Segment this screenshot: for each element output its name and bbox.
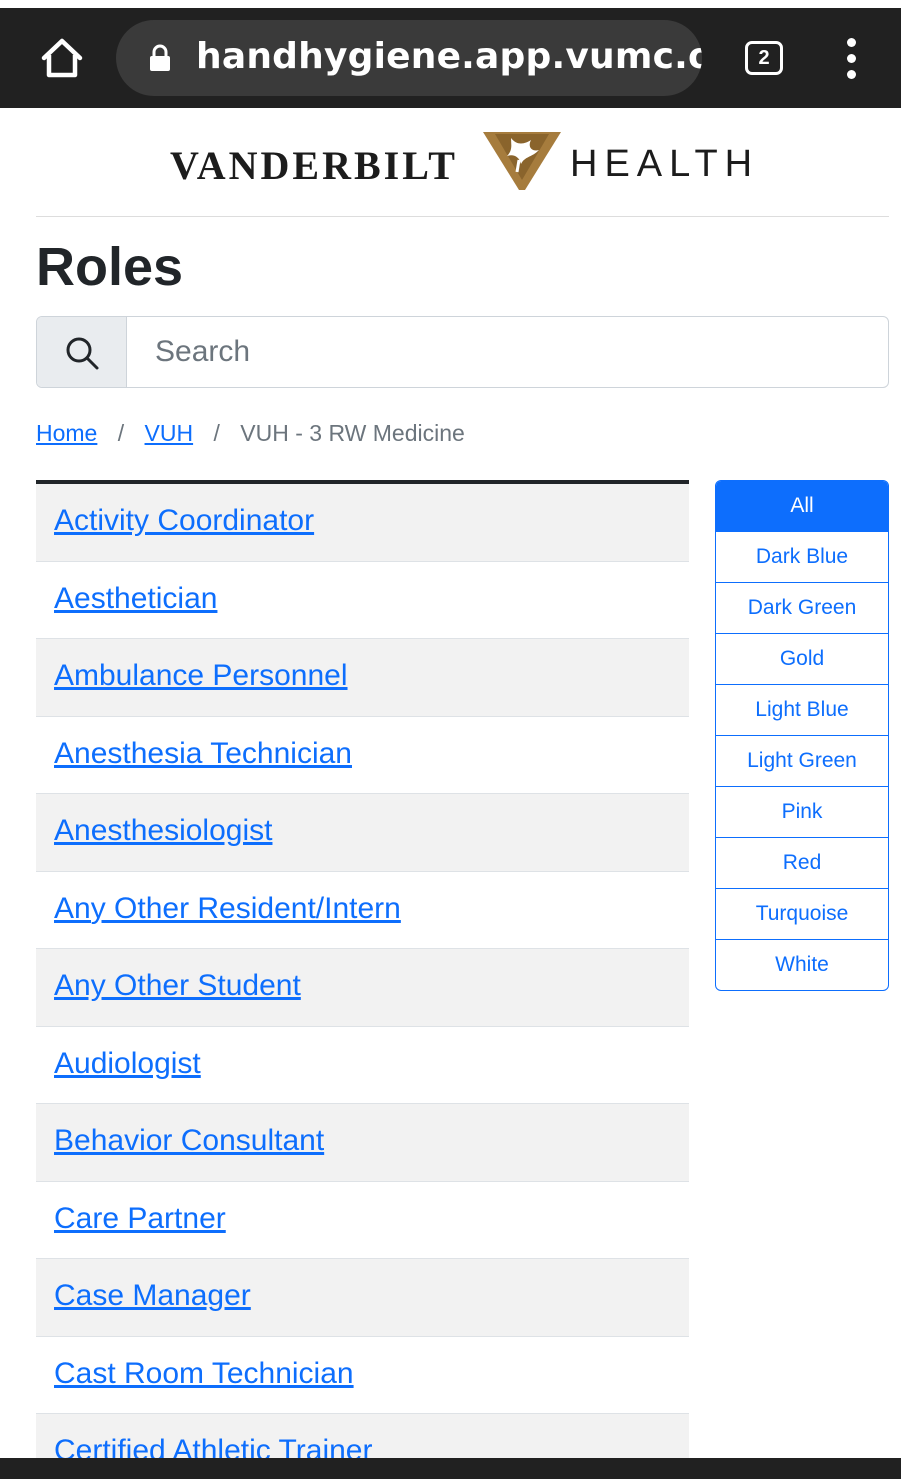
- breadcrumb-vuh-link[interactable]: VUH: [145, 420, 194, 446]
- color-filter-turquoise-button[interactable]: Turquoise: [716, 889, 888, 940]
- lock-icon: [148, 44, 172, 72]
- role-link[interactable]: Anesthesiologist: [54, 814, 272, 848]
- header-divider: [36, 216, 889, 217]
- list-item: Behavior Consultant: [36, 1104, 689, 1182]
- color-filter-white-button[interactable]: White: [716, 940, 888, 990]
- list-item: Aesthetician: [36, 562, 689, 639]
- role-link[interactable]: Aesthetician: [54, 582, 217, 616]
- list-item: Cast Room Technician: [36, 1337, 689, 1414]
- role-link[interactable]: Care Partner: [54, 1202, 226, 1236]
- search-input[interactable]: [127, 317, 888, 387]
- role-link[interactable]: Audiologist: [54, 1047, 201, 1081]
- logo-health-text: HEALTH: [570, 143, 760, 185]
- list-item: Anesthesia Technician: [36, 717, 689, 794]
- role-link[interactable]: Any Other Resident/Intern: [54, 892, 401, 926]
- list-item: Any Other Student: [36, 949, 689, 1027]
- search-icon[interactable]: [37, 317, 127, 387]
- role-link[interactable]: Anesthesia Technician: [54, 737, 352, 771]
- home-icon[interactable]: [38, 34, 86, 82]
- page-title: Roles: [36, 237, 184, 297]
- role-link[interactable]: Activity Coordinator: [54, 504, 314, 538]
- breadcrumb-separator: /: [213, 420, 220, 446]
- color-filter-dark-blue-button[interactable]: Dark Blue: [716, 532, 888, 583]
- system-navigation-bar: [0, 1458, 901, 1479]
- overflow-menu-icon[interactable]: [840, 36, 864, 82]
- browser-toolbar: handhygiene.app.vumc.org/# 2: [0, 0, 901, 108]
- url-text: handhygiene.app.vumc.org/#: [196, 36, 702, 77]
- role-link[interactable]: Ambulance Personnel: [54, 659, 348, 693]
- site-logo[interactable]: VANDERBILT HEALTH: [0, 130, 901, 192]
- role-link[interactable]: Certified Athletic Trainer: [54, 1434, 372, 1458]
- list-item: Activity Coordinator: [36, 484, 689, 562]
- color-filter-pink-button[interactable]: Pink: [716, 787, 888, 838]
- breadcrumb-home-link[interactable]: Home: [36, 420, 97, 446]
- list-item: Ambulance Personnel: [36, 639, 689, 717]
- address-bar[interactable]: handhygiene.app.vumc.org/#: [116, 20, 702, 96]
- color-filter-light-green-button[interactable]: Light Green: [716, 736, 888, 787]
- role-link[interactable]: Cast Room Technician: [54, 1357, 354, 1391]
- logo-v-mark-icon: [483, 132, 561, 190]
- list-item: Audiologist: [36, 1027, 689, 1104]
- tab-switcher-icon[interactable]: 2: [745, 41, 783, 75]
- breadcrumb-current: VUH - 3 RW Medicine: [240, 420, 465, 446]
- list-item: Case Manager: [36, 1259, 689, 1337]
- role-link[interactable]: Case Manager: [54, 1279, 251, 1313]
- color-filter-dark-green-button[interactable]: Dark Green: [716, 583, 888, 634]
- role-link[interactable]: Any Other Student: [54, 969, 301, 1003]
- color-filter-light-blue-button[interactable]: Light Blue: [716, 685, 888, 736]
- search-group: [36, 316, 889, 388]
- role-link[interactable]: Behavior Consultant: [54, 1124, 324, 1158]
- roles-list: Activity Coordinator Aesthetician Ambula…: [36, 480, 689, 1458]
- list-item: Any Other Resident/Intern: [36, 872, 689, 949]
- list-item: Certified Athletic Trainer: [36, 1414, 689, 1458]
- list-item: Care Partner: [36, 1182, 689, 1259]
- color-filter-all-button[interactable]: All: [716, 481, 888, 532]
- logo-vanderbilt-text: VANDERBILT: [170, 143, 458, 188]
- list-item: Anesthesiologist: [36, 794, 689, 872]
- breadcrumb-separator: /: [117, 420, 125, 446]
- breadcrumb: Home / VUH / VUH - 3 RW Medicine: [36, 420, 465, 447]
- color-filter-gold-button[interactable]: Gold: [716, 634, 888, 685]
- color-filter-group: All Dark Blue Dark Green Gold Light Blue…: [715, 480, 889, 991]
- color-filter-red-button[interactable]: Red: [716, 838, 888, 889]
